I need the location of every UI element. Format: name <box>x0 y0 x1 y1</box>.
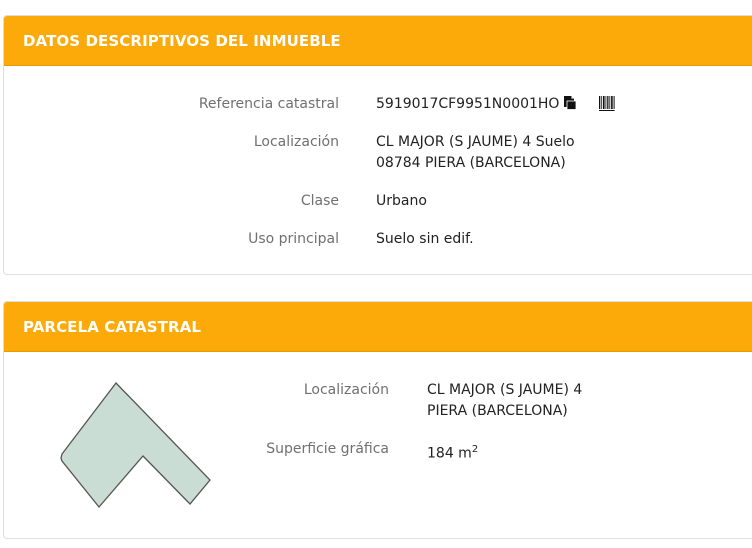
location-label: Localización <box>253 134 339 150</box>
graphic-area-value: 184 m2 <box>427 439 478 465</box>
property-data-title: DATOS DESCRIPTIVOS DEL INMUEBLE <box>23 31 341 50</box>
cadastral-parcel-header: PARCELA CATASTRAL <box>4 302 752 352</box>
copy-icon[interactable] <box>563 95 577 110</box>
cadastral-parcel-title: PARCELA CATASTRAL <box>23 317 202 336</box>
property-data-panel: DATOS DESCRIPTIVOS DEL INMUEBLE Referenc… <box>3 15 752 275</box>
location-value-line1: CL MAJOR (S JAUME) 4 Suelo <box>376 134 575 150</box>
main-use-value: Suelo sin edif. <box>376 231 474 247</box>
graphic-area-label: Superficie gráfica <box>266 441 389 457</box>
barcode-icon[interactable] <box>599 96 616 118</box>
main-use-label: Uso principal <box>248 231 339 247</box>
location-value-line2: 08784 PIERA (BARCELONA) <box>376 155 566 171</box>
parcel-location-label: Localización <box>303 382 389 398</box>
cadastral-reference-row: 5919017CF9951N0001HO <box>376 94 616 118</box>
cadastral-reference-value: 5919017CF9951N0001HO <box>376 96 560 112</box>
class-label: Clase <box>300 193 339 209</box>
cadastral-reference-label: Referencia catastral <box>198 96 339 112</box>
class-value: Urbano <box>376 193 427 209</box>
parcel-location-value-line2: PIERA (BARCELONA) <box>427 403 568 419</box>
graphic-area-number: 184 m <box>427 445 472 462</box>
property-data-header: DATOS DESCRIPTIVOS DEL INMUEBLE <box>4 16 752 66</box>
parcel-location-value-line1: CL MAJOR (S JAUME) 4 <box>427 382 583 398</box>
graphic-area-unit-exponent: 2 <box>471 444 479 455</box>
cadastral-parcel-panel: PARCELA CATASTRAL Localización CL MAJOR … <box>3 301 752 539</box>
